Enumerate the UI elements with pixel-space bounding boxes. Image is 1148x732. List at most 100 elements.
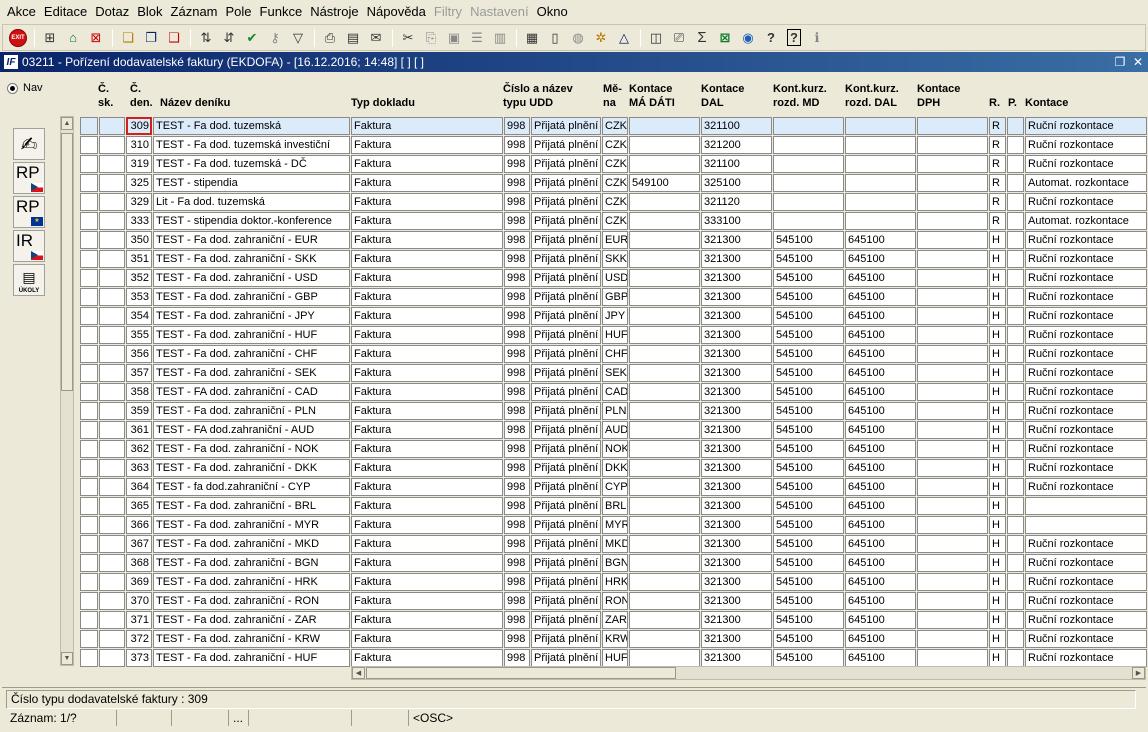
cell-kontace-md[interactable] [629, 630, 700, 648]
cell-mena[interactable]: RON [602, 592, 628, 610]
cell-kurz-dal[interactable]: 645100 [845, 611, 916, 629]
cell-udd[interactable]: Přijatá plnění z [531, 592, 601, 610]
table-row[interactable]: 369 TEST - Fa dod. zahraniční - HRK Faktur… [80, 572, 1148, 591]
cell-udd[interactable]: Přijatá plnění z [531, 459, 601, 477]
cell-kontace-md[interactable] [629, 554, 700, 572]
cell-udd[interactable]: Přijatá plnění z [531, 174, 601, 192]
cell-c-sk[interactable] [99, 383, 125, 401]
cell-cislo[interactable]: 998 [504, 193, 530, 211]
table-row[interactable]: 353 TEST - Fa dod. zahraniční - GBP Faktur… [80, 287, 1148, 306]
cell-c-sk[interactable] [99, 212, 125, 230]
cell-c-den[interactable]: 371 [126, 611, 152, 629]
cell-kontace[interactable]: Automat. rozkontace [1025, 174, 1147, 192]
cell-select[interactable] [80, 269, 98, 287]
cell-kontace-md[interactable] [629, 459, 700, 477]
cell-typ[interactable]: Faktura [351, 611, 503, 629]
cell-typ[interactable]: Faktura [351, 440, 503, 458]
cell-typ[interactable]: Faktura [351, 383, 503, 401]
enter-query-button[interactable]: ❏ [117, 27, 139, 49]
cell-c-sk[interactable] [99, 592, 125, 610]
cell-kontace-dph[interactable] [917, 440, 988, 458]
cell-mena[interactable]: CAD [602, 383, 628, 401]
cell-c-den[interactable]: 369 [126, 573, 152, 591]
cell-c-sk[interactable] [99, 307, 125, 325]
cell-kurz-dal[interactable]: 645100 [845, 269, 916, 287]
horizontal-scrollbar[interactable]: ◀ ▶ [351, 666, 1146, 680]
cell-p[interactable] [1007, 497, 1024, 515]
cell-nazev[interactable]: TEST - FA dod.zahraniční - AUD [153, 421, 350, 439]
menu-akce[interactable]: Akce [4, 2, 39, 22]
cell-kontace-dph[interactable] [917, 421, 988, 439]
triangle-button[interactable]: △ [613, 27, 635, 49]
cell-r[interactable]: H [989, 554, 1006, 572]
cell-c-den[interactable]: 309 [126, 117, 152, 135]
cell-cislo[interactable]: 998 [504, 402, 530, 420]
cell-kurz-dal[interactable]: 645100 [845, 288, 916, 306]
table-row[interactable]: 371 TEST - Fa dod. zahraniční - ZAR Faktur… [80, 610, 1148, 629]
cell-kontace-dph[interactable] [917, 212, 988, 230]
cell-kurz-md[interactable] [773, 212, 844, 230]
cell-r[interactable]: H [989, 421, 1006, 439]
table-row[interactable]: 356 TEST - Fa dod. zahraniční - CHF Faktur… [80, 344, 1148, 363]
cell-p[interactable] [1007, 326, 1024, 344]
cell-c-sk[interactable] [99, 421, 125, 439]
cell-kontace[interactable]: Ruční rozkontace [1025, 630, 1147, 648]
cell-kurz-md[interactable] [773, 117, 844, 135]
cell-kurz-md[interactable]: 545100 [773, 421, 844, 439]
paste-button[interactable]: ▣ [443, 27, 465, 49]
cell-kontace-dph[interactable] [917, 535, 988, 553]
cell-kontace-dal[interactable]: 321300 [701, 364, 772, 382]
cell-kurz-md[interactable]: 545100 [773, 516, 844, 534]
cell-nazev[interactable]: TEST - stipendia [153, 174, 350, 192]
cell-kontace-dal[interactable]: 321300 [701, 459, 772, 477]
cell-kurz-md[interactable]: 545100 [773, 611, 844, 629]
cell-c-den[interactable]: 363 [126, 459, 152, 477]
cell-udd[interactable]: Přijatá plnění z [531, 212, 601, 230]
cell-kontace[interactable]: Ruční rozkontace [1025, 592, 1147, 610]
cell-r[interactable]: H [989, 592, 1006, 610]
cell-kontace-dal[interactable]: 321300 [701, 402, 772, 420]
cell-cislo[interactable]: 998 [504, 117, 530, 135]
cell-mena[interactable]: MYR [602, 516, 628, 534]
cell-udd[interactable]: Přijatá plnění z [531, 402, 601, 420]
cell-c-sk[interactable] [99, 364, 125, 382]
cell-mena[interactable]: HRK [602, 573, 628, 591]
cell-nazev[interactable]: TEST - Fa dod. zahraniční - GBP [153, 288, 350, 306]
cell-kontace-md[interactable] [629, 364, 700, 382]
cell-nazev[interactable]: TEST - Fa dod. zahraniční - SEK [153, 364, 350, 382]
cell-kontace-dph[interactable] [917, 288, 988, 306]
cell-kontace-md[interactable] [629, 193, 700, 211]
cell-kontace-md[interactable] [629, 497, 700, 515]
form-button[interactable]: ▦ [521, 27, 543, 49]
menu-filtry[interactable]: Filtry [431, 2, 465, 22]
cell-udd[interactable]: Přijatá plnění z [531, 364, 601, 382]
cell-mena[interactable]: SKK [602, 250, 628, 268]
cell-kontace-md[interactable] [629, 478, 700, 496]
cell-kurz-dal[interactable] [845, 117, 916, 135]
cell-c-sk[interactable] [99, 497, 125, 515]
cell-r[interactable]: H [989, 269, 1006, 287]
cell-kontace[interactable]: Ruční rozkontace [1025, 345, 1147, 363]
cell-kontace-dph[interactable] [917, 307, 988, 325]
cell-r[interactable]: H [989, 440, 1006, 458]
cell-cislo[interactable]: 998 [504, 307, 530, 325]
cell-cislo[interactable]: 998 [504, 459, 530, 477]
close-window-button[interactable]: ✕ [1130, 54, 1146, 70]
edit-tool-button[interactable]: ✍ [13, 128, 45, 160]
cell-c-sk[interactable] [99, 326, 125, 344]
cell-r[interactable]: H [989, 383, 1006, 401]
cell-select[interactable] [80, 592, 98, 610]
cancel-query-button[interactable]: ❑ [163, 27, 185, 49]
table-row[interactable]: 357 TEST - Fa dod. zahraniční - SEK Faktur… [80, 363, 1148, 382]
cell-select[interactable] [80, 345, 98, 363]
table-row[interactable]: 367 TEST - Fa dod. zahraniční - MKD Faktur… [80, 534, 1148, 553]
scroll-up-button[interactable]: ▲ [61, 117, 73, 130]
cell-udd[interactable]: Přijatá plnění z [531, 345, 601, 363]
cell-mena[interactable]: BRL [602, 497, 628, 515]
cell-udd[interactable]: Přijatá plnění z [531, 326, 601, 344]
table-row[interactable]: 355 TEST - Fa dod. zahraniční - HUF Faktur… [80, 325, 1148, 344]
cell-kontace-dph[interactable] [917, 326, 988, 344]
cell-nazev[interactable]: TEST - Fa dod. tuzemská [153, 117, 350, 135]
cell-kurz-dal[interactable] [845, 174, 916, 192]
cell-p[interactable] [1007, 155, 1024, 173]
